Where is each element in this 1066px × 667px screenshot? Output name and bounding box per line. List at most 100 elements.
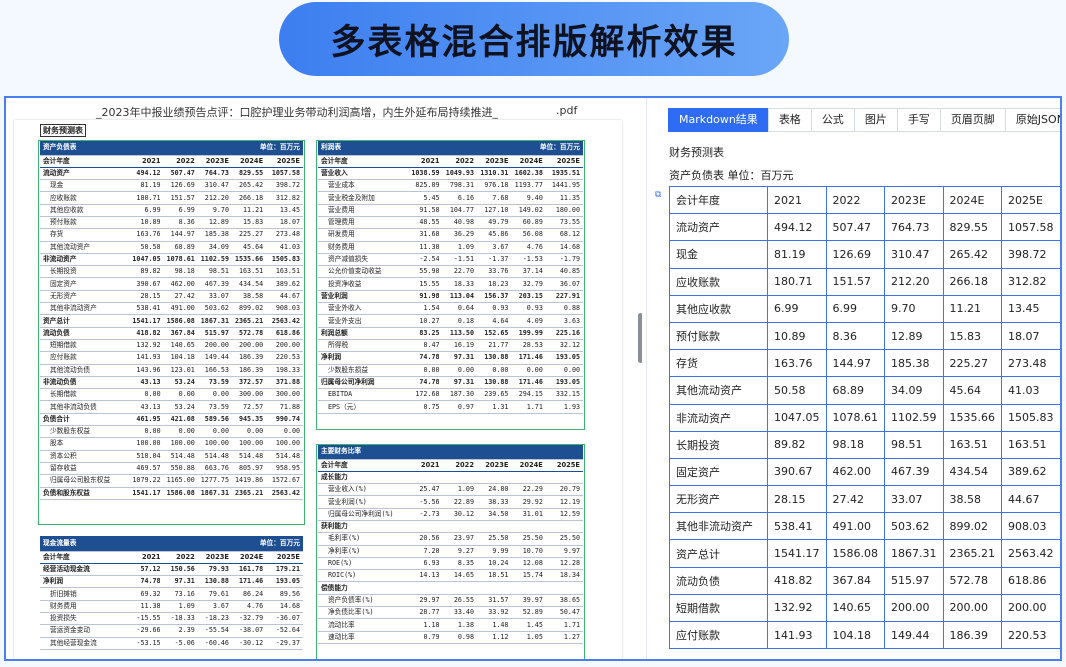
table-row: 归属母公司净利润(%) -2.73 30.12 34.50 31.01 12.59 xyxy=(318,508,583,521)
table-cell: 9.70 xyxy=(884,294,944,323)
table-cell: 550.88 xyxy=(163,462,198,476)
table-cell: 流动资产 xyxy=(669,213,768,242)
table-row: 无形资产 28.15 27.42 33.07 38.58 44.67 xyxy=(40,290,303,304)
table-cell: 长期投资 xyxy=(669,430,768,459)
table-cell: 其他应收款 xyxy=(669,294,768,323)
table-cell: 33.76 xyxy=(476,265,512,279)
table-cell xyxy=(545,520,583,534)
table-cell: 15.83 xyxy=(942,321,1002,351)
table-cell: 434.54 xyxy=(231,277,267,291)
table-row: 折旧摊销 69.32 73.16 79.61 86.24 89.56 xyxy=(40,587,303,601)
table-cell: 1.09 xyxy=(442,483,477,497)
table-cell: 310.47 xyxy=(884,240,944,269)
table-cell: 200.00 xyxy=(231,339,267,353)
table-cell: 764.73 xyxy=(197,167,232,181)
table-cell: 265.42 xyxy=(942,240,1002,269)
table-row: 管理费用 48.55 40.98 49.79 60.89 73.55 xyxy=(318,216,583,230)
table-cell: ROIC(%) xyxy=(318,569,409,583)
table-cell: 8.47 xyxy=(408,339,443,353)
table-cell: 6.99 xyxy=(129,204,164,217)
table-cell: 12.28 xyxy=(545,557,583,571)
table-row: 成长能力 xyxy=(318,471,583,485)
table-row: 流动资产 494.12 507.47 764.73 829.55 1057.58 xyxy=(669,213,1060,242)
table-row: 预付账款 10.89 8.36 12.89 15.83 18.07 xyxy=(669,321,1060,351)
table-cell: 12.19 xyxy=(545,495,583,509)
table-cell: 71.88 xyxy=(266,400,303,414)
table-cell: 73.16 xyxy=(163,587,198,601)
tab-6[interactable]: 原始JSON xyxy=(1004,108,1060,132)
table-cell: 偿债能力 xyxy=(318,581,409,595)
table-cell: 其他非流动资产 xyxy=(669,512,768,541)
table-cell: 净利率(%) xyxy=(318,545,409,558)
tab-0[interactable]: Markdown结果 xyxy=(668,108,769,132)
table-cell: 获利能力 xyxy=(318,520,409,534)
table-cell: 现金 xyxy=(669,240,768,269)
table-cell: 185.38 xyxy=(197,228,232,242)
table-cell: 资产负债率(%) xyxy=(318,594,409,608)
table-row: 财务费用 11.38 1.09 3.67 4.76 14.68 xyxy=(40,600,303,613)
table-cell: 193.05 xyxy=(545,351,583,365)
table-cell: 212.20 xyxy=(884,267,944,296)
table-row: 营业外收入 1.54 0.64 0.93 0.93 0.88 xyxy=(318,302,583,316)
table-cell: -29.66 xyxy=(129,624,164,638)
table-cell: 25.50 xyxy=(511,532,546,546)
table-cell: 163.51 xyxy=(231,265,267,279)
table-cell: 200.00 xyxy=(197,339,232,353)
table-cell: 归属母公司净利润(%) xyxy=(318,508,409,521)
table-cell: 28.15 xyxy=(767,485,827,514)
table-cell: 2021 xyxy=(767,185,827,215)
scrollbar[interactable] xyxy=(638,313,642,363)
table-cell: 0.00 xyxy=(511,364,546,377)
table-cell: 31.57 xyxy=(476,594,512,608)
table-cell: 0.00 xyxy=(129,425,164,439)
column-header: 会计年度 xyxy=(40,155,130,168)
pdf-viewer[interactable]: _2023年中报业绩预告点评：口腔护理业务带动利润高增，内生外延布局持续推进_.… xyxy=(6,98,642,659)
table-cell: 68.89 xyxy=(163,241,198,254)
cashflow-header: 现金流量表 xyxy=(40,536,198,552)
table-cell: 45.64 xyxy=(942,376,1002,405)
table-cell: 0.00 xyxy=(163,425,198,439)
table-cell: 资产减值损失 xyxy=(318,253,409,267)
table-cell: 104.18 xyxy=(825,620,885,650)
table-cell: 156.37 xyxy=(476,290,512,304)
table-cell xyxy=(476,520,512,534)
table-cell xyxy=(442,520,477,534)
table-cell: 经营活动现金流 xyxy=(40,563,130,577)
tab-5[interactable]: 页眉页脚 xyxy=(939,108,1006,132)
table-cell: -1.79 xyxy=(545,253,583,267)
table-cell: -36.07 xyxy=(266,612,303,626)
table-cell: 198.33 xyxy=(266,364,303,377)
table-cell: 220.53 xyxy=(266,351,303,365)
table-cell: 538.41 xyxy=(767,512,827,541)
table-cell: 归属母公司净利润 xyxy=(318,376,409,390)
table-cell: 1.31 xyxy=(476,400,512,414)
table-cell: 45.86 xyxy=(476,228,512,242)
table-cell: 0.00 xyxy=(231,425,267,439)
tab-3[interactable]: 图片 xyxy=(853,108,898,132)
table-row: 预付账款 10.89 8.36 12.89 15.83 18.07 xyxy=(40,216,303,230)
table-cell: 180.71 xyxy=(767,267,827,296)
table-row: 营业收入 1038.59 1049.93 1310.31 1602.38 1935.51 xyxy=(318,167,583,181)
table-cell: 310.47 xyxy=(197,179,232,193)
banner: 多表格混合排版解析效果 xyxy=(279,2,789,76)
table-cell: 163.51 xyxy=(266,265,303,279)
table-cell: 1535.66 xyxy=(231,253,267,267)
table-cell: 10.24 xyxy=(476,557,512,571)
table-cell: EPS（元） xyxy=(318,400,409,414)
tab-1[interactable]: 表格 xyxy=(767,108,812,132)
table-cell: 4.76 xyxy=(511,241,546,254)
table-cell: 33.92 xyxy=(476,606,512,620)
table-cell: 15.74 xyxy=(511,569,546,583)
column-header: 2024E xyxy=(231,155,267,168)
ratios-unit xyxy=(476,444,583,460)
table-cell: 毛利率(%) xyxy=(318,532,409,546)
tab-2[interactable]: 公式 xyxy=(810,108,855,132)
table-cell: 1057.58 xyxy=(1001,213,1060,242)
table-cell: 1505.83 xyxy=(266,253,303,267)
table-cell: 12.08 xyxy=(511,557,546,571)
table-cell: 速动比率 xyxy=(318,631,409,644)
copy-icon[interactable]: ⧉ xyxy=(655,190,665,200)
column-header: 2025E xyxy=(266,551,303,564)
table-cell: 390.67 xyxy=(767,457,827,487)
tab-4[interactable]: 手写 xyxy=(896,108,941,132)
